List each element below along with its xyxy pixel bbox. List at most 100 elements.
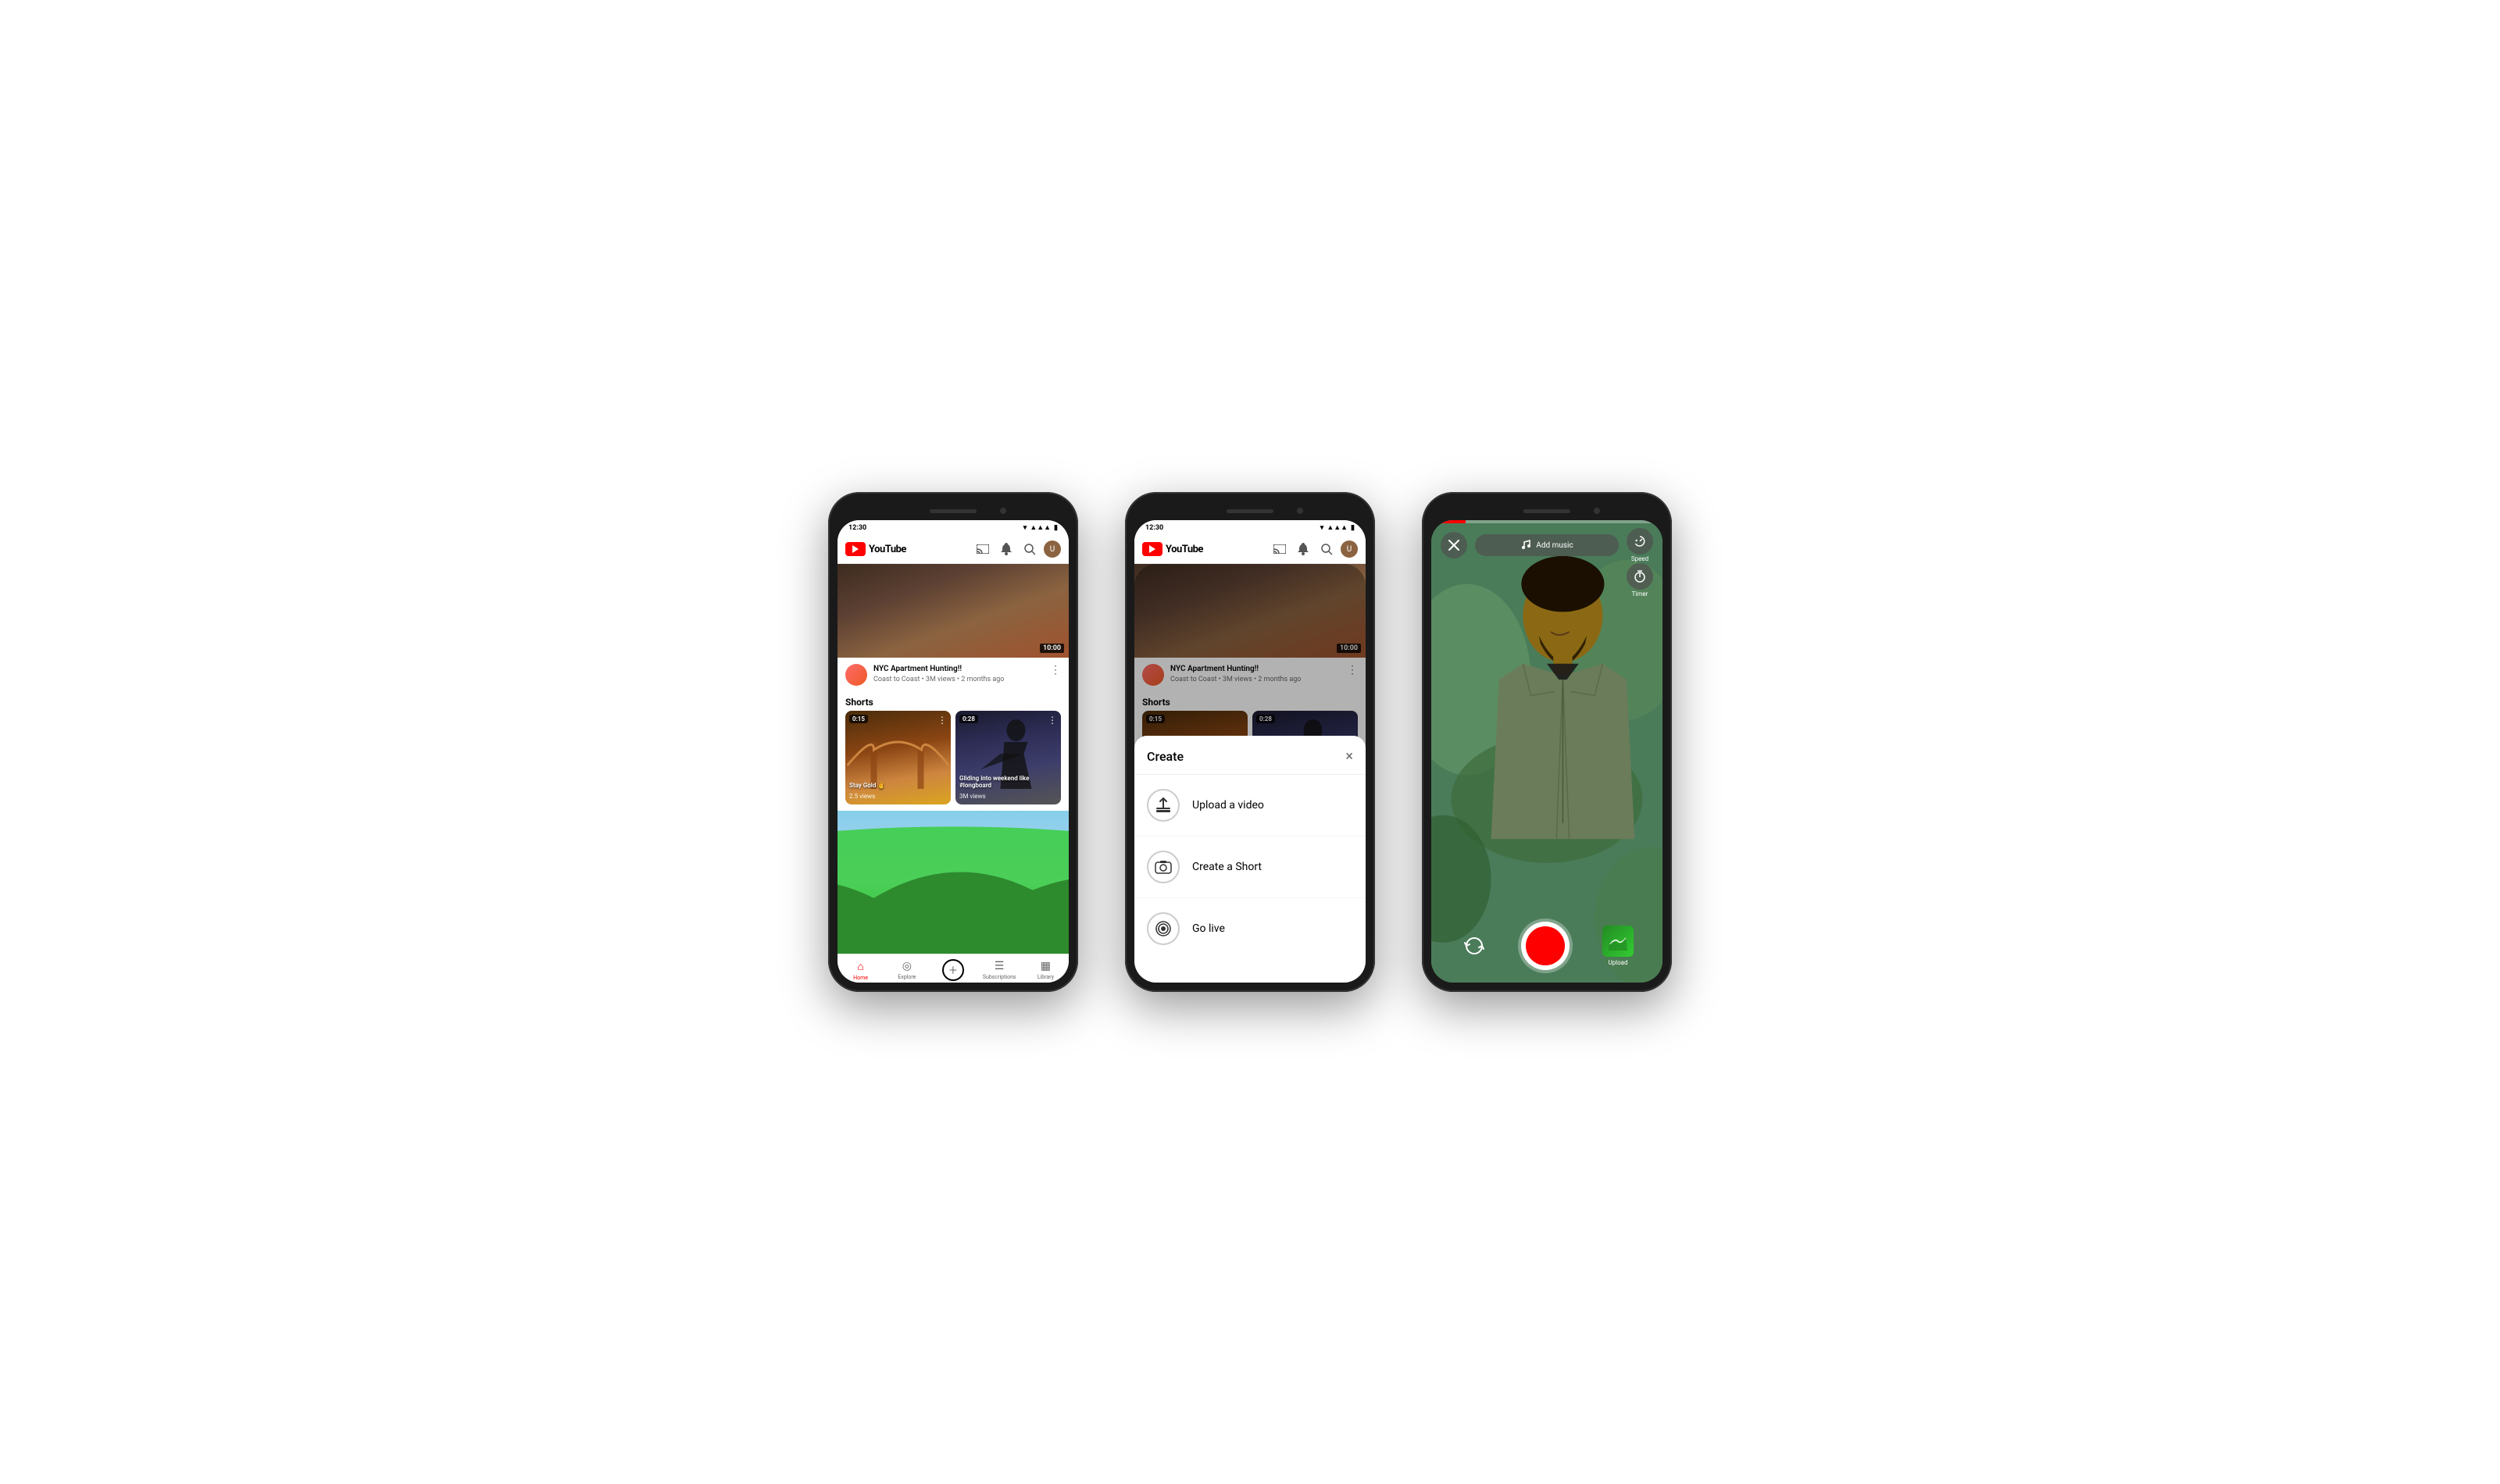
nav-library-1[interactable]: ▦ Library <box>1023 960 1069 980</box>
upload-icon <box>1147 789 1180 822</box>
phone-3-camera <box>1594 508 1600 514</box>
phone-3-screen: Add music Speed Timer <box>1431 520 1662 983</box>
user-avatar-1[interactable]: U <box>1044 540 1061 558</box>
bell-icon-2[interactable] <box>1294 540 1312 558</box>
create-option-short[interactable]: Create a Short <box>1134 837 1366 898</box>
bottom-nav-1: ⌂ Home ◎ Explore + ☰ Subscriptions ▦ Lib… <box>838 954 1069 983</box>
phone-1-speaker <box>930 509 977 513</box>
short-thumb-2 <box>955 711 1061 804</box>
phone-2: 12:30 ▾ ▲▲▲ ▮ YouTube <box>1125 492 1375 992</box>
phone-2-notch <box>1134 501 1366 520</box>
phone-3-notch <box>1431 501 1662 520</box>
cast-icon-1[interactable] <box>973 540 992 558</box>
camera-right-tools: Timer <box>1627 563 1653 598</box>
yt-logo-icon-1 <box>845 542 866 556</box>
nav-subscriptions-1[interactable]: ☰ Subscriptions <box>977 960 1023 980</box>
upload-thumbnail[interactable] <box>1602 926 1634 957</box>
phone-1-screen: 12:30 ▾ ▲▲▲ ▮ YouTube <box>838 520 1069 983</box>
video-thumbnail-image-1 <box>838 564 1069 658</box>
signal-icon-1: ▲▲▲ <box>1030 523 1051 532</box>
create-short-label: Create a Short <box>1192 861 1262 873</box>
explore-icon-1: ◎ <box>902 960 912 972</box>
phone-1-notch <box>838 501 1069 520</box>
phone-2-speaker <box>1227 509 1273 513</box>
yt-logo-2[interactable]: YouTube <box>1142 542 1203 556</box>
timer-tool-container: Timer <box>1627 563 1653 598</box>
record-button-inner <box>1526 926 1565 965</box>
short-card-1[interactable]: 0:15 ⋮ Stay Gold ✌ 2.5 views <box>845 711 951 804</box>
nav-subscriptions-label-1: Subscriptions <box>983 974 1016 980</box>
short-views-2: 3M views <box>959 793 986 800</box>
video-info-1: NYC Apartment Hunting!! Coast to Coast •… <box>838 658 1069 692</box>
create-modal-overlay: Create × Upload a video <box>1134 564 1366 983</box>
timer-button[interactable] <box>1627 563 1653 590</box>
battery-icon-2: ▮ <box>1351 524 1355 532</box>
user-avatar-2[interactable]: U <box>1341 540 1358 558</box>
status-time-2: 12:30 <box>1145 524 1163 532</box>
nav-create-1[interactable]: + <box>930 959 976 981</box>
shorts-row-1: 0:15 ⋮ Stay Gold ✌ 2.5 views <box>838 711 1069 811</box>
video-more-icon-1[interactable]: ⋮ <box>1050 664 1061 676</box>
signal-icon-2: ▲▲▲ <box>1327 523 1348 532</box>
short-views-1: 2.5 views <box>849 793 875 800</box>
speed-button[interactable] <box>1627 528 1653 555</box>
search-icon-2[interactable] <box>1317 540 1336 558</box>
nav-explore-1[interactable]: ◎ Explore <box>884 960 930 980</box>
home-icon-1: ⌂ <box>857 960 863 973</box>
video-title-1[interactable]: NYC Apartment Hunting!! <box>873 664 1044 674</box>
phone-2-camera <box>1297 508 1303 514</box>
nav-home-label-1: Home <box>853 975 868 981</box>
video-details-1: NYC Apartment Hunting!! Coast to Coast •… <box>873 664 1044 683</box>
phone-1: 12:30 ▾ ▲▲▲ ▮ YouTube <box>828 492 1078 992</box>
short-more-icon-1[interactable]: ⋮ <box>938 715 947 726</box>
create-plus-icon-1[interactable]: + <box>942 959 964 981</box>
nav-explore-label-1: Explore <box>898 974 916 980</box>
go-live-label: Go live <box>1192 922 1225 935</box>
status-time-1: 12:30 <box>848 524 866 532</box>
bell-icon-1[interactable] <box>997 540 1016 558</box>
channel-avatar-1 <box>845 664 867 686</box>
speed-label: Speed <box>1631 555 1648 562</box>
phone-3-speaker <box>1523 509 1570 513</box>
upload-label: Upload <box>1608 959 1627 966</box>
nav-home-1[interactable]: ⌂ Home <box>838 960 884 981</box>
create-option-live[interactable]: Go live <box>1134 898 1366 959</box>
phone-2-screen: 12:30 ▾ ▲▲▲ ▮ YouTube <box>1134 520 1366 983</box>
create-modal: Create × Upload a video <box>1134 736 1366 983</box>
short-more-icon-2[interactable]: ⋮ <box>1048 715 1057 726</box>
search-icon-1[interactable] <box>1020 540 1039 558</box>
upload-container: Upload <box>1602 926 1634 966</box>
yt-logo-icon-2 <box>1142 542 1162 556</box>
yt-logo-1[interactable]: YouTube <box>845 542 906 556</box>
library-icon-1: ▦ <box>1041 960 1051 972</box>
speed-tool-container: Speed <box>1627 528 1653 562</box>
upload-video-label: Upload a video <box>1192 799 1264 812</box>
flip-camera-button[interactable] <box>1460 932 1488 960</box>
wifi-icon-2: ▾ <box>1320 524 1324 532</box>
subscriptions-icon-1: ☰ <box>995 960 1005 972</box>
featured-video-thumb-1[interactable]: 10:00 <box>838 564 1069 658</box>
short-card-2[interactable]: 0:28 ⋮ Gliding into weekend like #longbo… <box>955 711 1061 804</box>
add-music-button[interactable]: Add music <box>1475 534 1619 556</box>
status-bar-2: 12:30 ▾ ▲▲▲ ▮ <box>1134 520 1366 535</box>
create-modal-title: Create <box>1147 749 1184 764</box>
live-icon <box>1147 912 1180 945</box>
timer-label: Timer <box>1632 590 1648 598</box>
yt-logo-text-1: YouTube <box>869 544 906 555</box>
shorts-label-1: Shorts <box>838 692 1069 711</box>
create-option-upload[interactable]: Upload a video <box>1134 775 1366 837</box>
phone-2-content: 10:00 NYC Apartment Hunting!! Coast to C… <box>1134 564 1366 983</box>
bottom-thumbnail-1[interactable] <box>838 811 1069 954</box>
cast-icon-2[interactable] <box>1270 540 1289 558</box>
short-duration-2: 0:28 <box>959 715 978 723</box>
create-modal-header: Create × <box>1134 748 1366 775</box>
video-duration-1: 10:00 <box>1040 644 1064 653</box>
create-close-button[interactable]: × <box>1345 748 1353 765</box>
status-icons-1: ▾ ▲▲▲ ▮ <box>1023 523 1058 532</box>
record-button[interactable] <box>1521 922 1570 970</box>
camera-close-button[interactable] <box>1441 532 1467 558</box>
short-title-1: Stay Gold ✌ <box>849 782 947 789</box>
phone-3: Add music Speed Timer <box>1422 492 1672 992</box>
video-meta-1: Coast to Coast • 3M views • 2 months ago <box>873 676 1044 683</box>
status-icons-2: ▾ ▲▲▲ ▮ <box>1320 523 1355 532</box>
